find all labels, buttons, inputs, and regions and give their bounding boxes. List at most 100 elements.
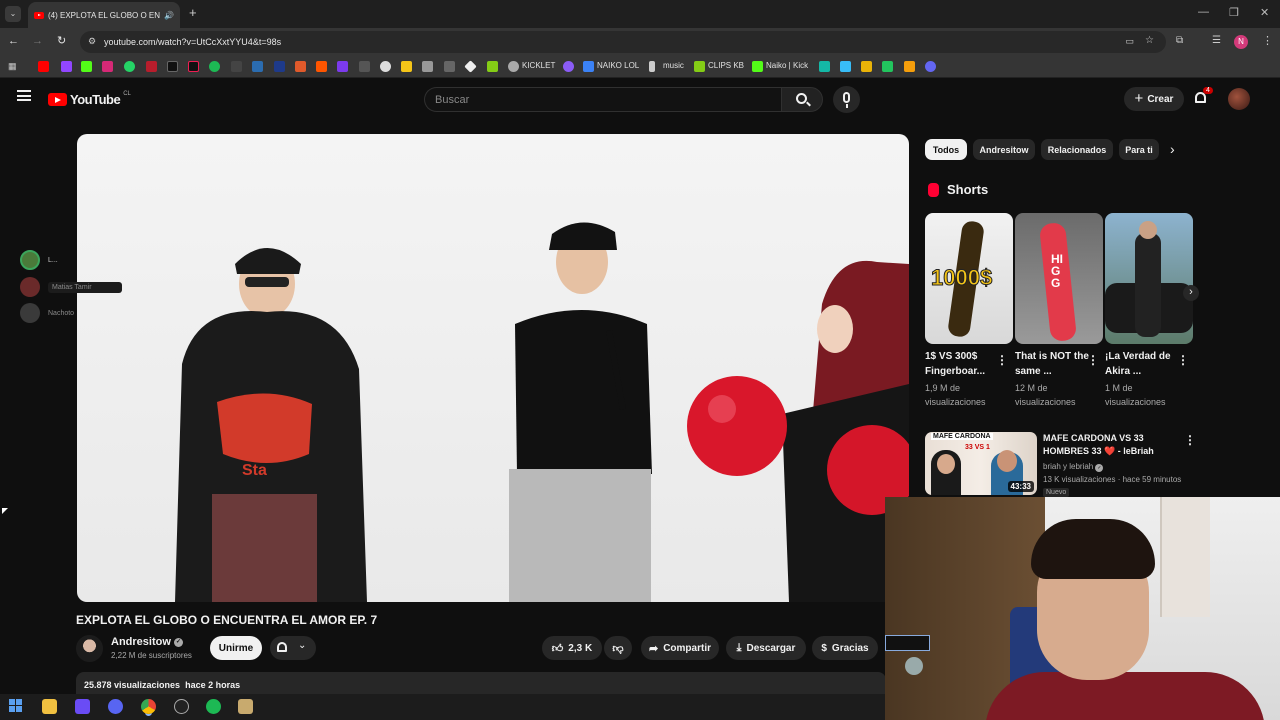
search-input[interactable]: Buscar <box>424 87 782 112</box>
chip-all[interactable]: Todos <box>925 139 967 160</box>
bookmark-grey-icon[interactable] <box>444 61 455 72</box>
bookmark-green-icon[interactable] <box>487 61 498 72</box>
cast-icon[interactable]: ▭ <box>1125 36 1134 47</box>
extensions-icon[interactable]: ⧉ <box>1176 35 1183 46</box>
bookmark-s-icon[interactable] <box>231 61 242 72</box>
bookmark-gold-icon[interactable] <box>861 61 872 72</box>
file-explorer-icon[interactable] <box>42 699 57 714</box>
spotify-icon[interactable] <box>206 699 221 714</box>
download-button[interactable]: ⤓ Descargar <box>726 636 806 660</box>
recommended-channel[interactable]: briah y lebriah ✓ <box>1043 462 1104 472</box>
bookmark-clips-label[interactable]: CLIPS KB <box>708 61 744 70</box>
bookmark-music-label[interactable]: music <box>663 61 684 70</box>
new-tab-button[interactable]: + <box>189 5 197 20</box>
share-button[interactable]: ➦ Compartir <box>641 636 719 660</box>
chip-for-you[interactable]: Para ti <box>1119 139 1159 160</box>
short-thumbnail[interactable] <box>1105 213 1193 344</box>
channel-name[interactable]: Andresitow ✓ <box>111 636 183 648</box>
browser-menu-icon[interactable]: ⋮ <box>1262 34 1273 47</box>
bookmark-globe-icon[interactable] <box>380 61 391 72</box>
bookmark-kick2-icon[interactable] <box>752 61 763 72</box>
short-title[interactable]: ¡La Verdad de Akira ... <box>1105 349 1179 379</box>
address-bar[interactable]: ⚙ youtube.com/watch?v=UtCcXxtYYU4&t=98s … <box>80 31 1166 53</box>
windows-start-icon[interactable] <box>9 699 24 714</box>
chip-related[interactable]: Relacionados <box>1041 139 1113 160</box>
bookmark-naiko-label[interactable]: NAIKO LOL <box>597 61 639 70</box>
more-options-icon[interactable]: ⋮ <box>996 353 1008 367</box>
site-info-icon[interactable]: ⚙ <box>88 36 96 47</box>
more-options-icon[interactable]: ⋮ <box>1184 433 1196 447</box>
youtube-logo[interactable]: YouTube CL <box>48 91 131 107</box>
bookmark-x-icon[interactable] <box>167 61 178 72</box>
bookmark-naiko-kick-label[interactable]: Naiko | Kick <box>766 61 808 70</box>
bookmark-instagram-icon[interactable] <box>102 61 113 72</box>
media-app-icon[interactable] <box>75 699 90 714</box>
browser-tab[interactable]: (4) EXPLOTA EL GLOBO O EN 🔊 ✕ <box>28 2 180 28</box>
hamburger-menu-icon[interactable] <box>17 90 31 101</box>
bookmark-yellow-icon[interactable] <box>401 61 412 72</box>
discord-icon[interactable] <box>108 699 123 714</box>
short-title[interactable]: 1$ VS 300$ Fingerboar... <box>925 349 999 379</box>
bookmark-purple-icon[interactable] <box>337 61 348 72</box>
short-thumbnail[interactable]: HIGG <box>1015 213 1103 344</box>
bookmark-clips-icon[interactable] <box>694 61 705 72</box>
restore-icon[interactable]: ❐ <box>1229 6 1239 19</box>
back-icon[interactable]: ← <box>8 35 19 47</box>
bookmark-l-icon[interactable] <box>583 61 594 72</box>
reading-list-icon[interactable]: ☰ <box>1212 35 1221 46</box>
bookmark-darkblue-icon[interactable] <box>274 61 285 72</box>
channel-avatar[interactable] <box>76 635 103 662</box>
bookmark-search-icon[interactable] <box>359 61 370 72</box>
voice-search-button[interactable] <box>833 86 860 113</box>
bookmark-naiko-icon[interactable] <box>563 61 574 72</box>
chrome-icon[interactable] <box>141 699 156 714</box>
bookmark-u-icon[interactable] <box>904 61 915 72</box>
bookmark-whatsapp-icon[interactable] <box>124 61 135 72</box>
bookmark-people-icon[interactable] <box>840 61 851 72</box>
bookmark-music-icon[interactable] <box>649 61 655 72</box>
short-title[interactable]: That is NOT the same ... <box>1015 349 1089 379</box>
close-window-icon[interactable]: ✕ <box>1260 6 1269 19</box>
bookmark-twitch-icon[interactable] <box>61 61 72 72</box>
shorts-next-icon[interactable]: › <box>1183 285 1199 301</box>
apps-icon[interactable]: ▦ <box>8 61 19 72</box>
bookmark-spotify-icon[interactable] <box>209 61 220 72</box>
video-player[interactable]: Sta <box>77 134 909 602</box>
notifications-button[interactable]: 4 <box>1193 87 1213 106</box>
bookmark-red-icon[interactable] <box>146 61 157 72</box>
tab-search-icon[interactable]: ⌄ <box>5 6 21 22</box>
bookmark-kicklet-label[interactable]: KICKLET <box>522 61 555 70</box>
create-button[interactable]: + Crear <box>1124 87 1184 111</box>
more-options-icon[interactable]: ⋮ <box>1177 353 1189 367</box>
bookmark-orange-icon[interactable] <box>295 61 306 72</box>
forward-icon[interactable]: → <box>32 35 43 47</box>
chips-next-icon[interactable]: › <box>1170 141 1175 157</box>
audio-icon[interactable]: 🔊 <box>164 11 174 20</box>
account-avatar[interactable] <box>1228 88 1250 110</box>
recommended-title[interactable]: MAFE CARDONA VS 33 HOMBRES 33 ❤️ - leBri… <box>1043 432 1177 458</box>
bookmark-soundcloud-icon[interactable] <box>316 61 327 72</box>
thanks-button[interactable]: $ Gracias <box>812 636 878 660</box>
dislike-button[interactable]: 👎︎ <box>604 636 632 660</box>
bookmark-lime-icon[interactable] <box>882 61 893 72</box>
subscription-bell-button[interactable]: ⌄ <box>270 636 316 660</box>
recommended-thumbnail[interactable]: MAFE CARDONA 33 VS 1 43:33 <box>925 432 1037 495</box>
bookmark-youtube-icon[interactable] <box>38 61 49 72</box>
bookmark-blue-icon[interactable] <box>252 61 263 72</box>
bookmark-swirl-icon[interactable] <box>925 61 936 72</box>
bookmark-diamond-icon[interactable] <box>464 60 477 73</box>
obs-icon[interactable] <box>174 699 189 714</box>
reload-icon[interactable]: ↻ <box>57 34 66 47</box>
join-button[interactable]: Unirme <box>210 636 262 660</box>
like-button[interactable]: 👍︎ 2,3 K <box>542 636 602 660</box>
profile-avatar[interactable]: N <box>1234 35 1248 49</box>
bookmark-teal-icon[interactable] <box>819 61 830 72</box>
bookmark-star-icon[interactable]: ☆ <box>1145 35 1154 46</box>
bookmark-kick-icon[interactable] <box>81 61 92 72</box>
short-thumbnail[interactable]: 1000$ <box>925 213 1013 344</box>
bookmark-cat-icon[interactable] <box>422 61 433 72</box>
more-options-icon[interactable]: ⋮ <box>1087 353 1099 367</box>
chip-channel[interactable]: Andresitow <box>973 139 1035 160</box>
bookmark-kicklet-icon[interactable] <box>508 61 519 72</box>
search-button[interactable] <box>781 87 823 112</box>
